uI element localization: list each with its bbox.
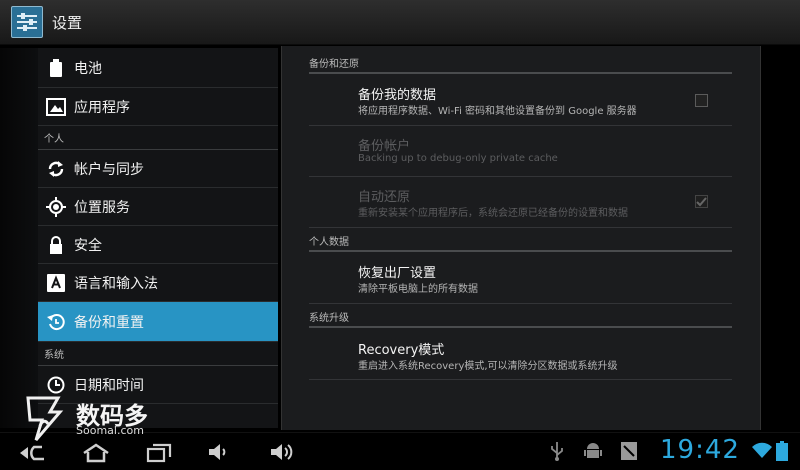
sidebar-item-language[interactable]: 语言和输入法 — [38, 264, 278, 302]
apps-icon — [38, 97, 74, 116]
pref-summary: 重新安装某个应用程序后，系统会还原已经备份的设置和数据 — [358, 208, 628, 219]
sidebar-item-label: 帐户与同步 — [74, 161, 144, 178]
battery-status-icon — [776, 441, 788, 461]
pref-backup-account: 备份帐户 Backing up to debug-only private ca… — [309, 126, 732, 177]
checkmark-icon — [696, 197, 707, 207]
page-title: 设置 — [52, 13, 83, 32]
sidebar-item-label: 位置服务 — [74, 199, 130, 216]
back-icon[interactable] — [14, 443, 50, 463]
sidebar-item-accounts[interactable]: 帐户与同步 — [38, 150, 278, 188]
watermark-site: Soomal.com — [76, 424, 144, 437]
pref-title: 自动还原 — [358, 190, 411, 205]
sidebar-item-location[interactable]: 位置服务 — [38, 188, 278, 226]
pref-summary: 将应用程序数据、Wi-Fi 密码和其他设置备份到 Google 服务器 — [358, 106, 637, 117]
backup-icon — [38, 313, 74, 331]
location-icon — [38, 196, 74, 217]
section-header-personal: 个人 — [38, 126, 278, 150]
watermark: 数码多 Soomal.com — [18, 392, 168, 444]
section-header-backup: 备份和还原 — [309, 52, 732, 74]
pref-summary: 清除平板电脑上的所有数据 — [358, 284, 478, 295]
pref-title: 备份帐户 — [358, 139, 411, 154]
status-clock: 19:42 — [660, 435, 740, 465]
section-header-system-upgrade: 系统升级 — [309, 306, 732, 328]
volume-down-icon[interactable] — [208, 443, 228, 461]
pref-title: Recovery模式 — [358, 343, 445, 358]
sidebar-item-apps[interactable]: 应用程序 — [38, 88, 278, 126]
backup-reset-pane: 备份和还原 备份我的数据 将应用程序数据、Wi-Fi 密码和其他设置备份到 Go… — [281, 46, 761, 430]
pref-title: 备份我的数据 — [358, 88, 437, 103]
notification-icon[interactable] — [620, 441, 638, 461]
battery-icon — [38, 58, 74, 77]
section-header-system: 系统 — [38, 342, 278, 366]
action-bar: 设置 — [0, 0, 800, 45]
sidebar-item-label: 应用程序 — [74, 99, 130, 116]
sidebar-item-battery[interactable]: 电池 — [38, 48, 278, 88]
usb-icon — [551, 442, 563, 461]
home-icon[interactable] — [82, 443, 110, 463]
backup-data-checkbox[interactable] — [695, 94, 708, 107]
sync-icon — [38, 160, 74, 178]
pref-backup-my-data[interactable]: 备份我的数据 将应用程序数据、Wi-Fi 密码和其他设置备份到 Google 服… — [309, 75, 732, 126]
pref-title: 恢复出厂设置 — [358, 266, 437, 281]
pref-summary: Backing up to debug-only private cache — [358, 153, 558, 164]
pref-factory-reset[interactable]: 恢复出厂设置 清除平板电脑上的所有数据 — [309, 253, 732, 304]
auto-restore-checkbox — [695, 195, 708, 208]
sidebar-item-label: 语言和输入法 — [74, 275, 158, 292]
sidebar-item-backup-reset[interactable]: 备份和重置 — [38, 302, 278, 342]
pref-recovery-mode[interactable]: Recovery模式 重启进入系统Recovery模式,可以清除分区数据或系统升… — [309, 329, 732, 380]
pref-auto-restore: 自动还原 重新安装某个应用程序后，系统会还原已经备份的设置和数据 — [309, 177, 732, 228]
left-gutter — [0, 48, 38, 428]
wifi-icon — [752, 442, 772, 458]
settings-app-icon[interactable] — [11, 6, 43, 38]
sidebar-item-security[interactable]: 安全 — [38, 226, 278, 264]
pref-summary: 重启进入系统Recovery模式,可以清除分区数据或系统升级 — [358, 361, 618, 372]
language-icon — [38, 273, 74, 292]
android-debug-icon — [584, 443, 602, 458]
section-header-personal-data: 个人数据 — [309, 230, 732, 252]
lock-icon — [38, 235, 74, 254]
watermark-logo-icon — [26, 396, 64, 441]
sidebar-item-label: 电池 — [74, 60, 102, 77]
sidebar-item-label: 备份和重置 — [74, 314, 144, 331]
sidebar-item-label: 安全 — [74, 237, 102, 254]
clock-icon — [38, 376, 74, 394]
volume-up-icon[interactable] — [270, 443, 294, 461]
settings-sidebar: 电池 应用程序 个人 帐户与同步 位置服务 安全 语言和输入法 备份和重置 系统… — [38, 48, 278, 428]
recent-apps-icon[interactable] — [146, 443, 172, 463]
